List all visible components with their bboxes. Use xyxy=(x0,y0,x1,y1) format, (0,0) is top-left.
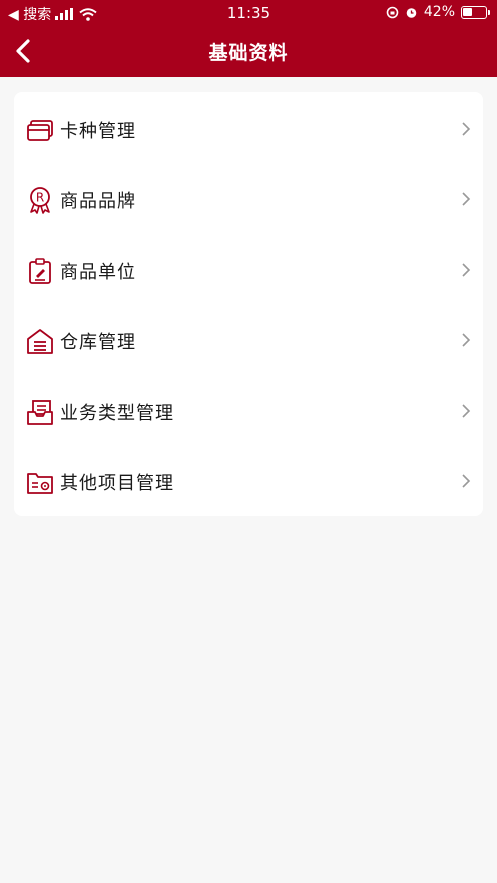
menu-item-other-items[interactable]: 其他项目管理 xyxy=(14,446,483,516)
menu-item-label: 业务类型管理 xyxy=(60,403,174,424)
warehouse-icon xyxy=(27,329,53,354)
navigation-bar: 基础资料 xyxy=(0,26,497,77)
brand-badge-icon: R xyxy=(30,187,50,214)
chevron-right-icon xyxy=(462,263,471,277)
svg-text:R: R xyxy=(36,191,44,205)
menu-item-units[interactable]: 商品单位 xyxy=(14,235,483,305)
menu-item-label: 卡种管理 xyxy=(60,121,136,142)
orientation-lock-icon xyxy=(386,6,399,18)
folder-settings-icon xyxy=(27,473,53,494)
chevron-right-icon xyxy=(462,404,471,418)
battery-fill xyxy=(463,7,472,16)
app-header: ◀ 搜索 11:35 42% 基础资料 xyxy=(0,0,497,77)
card-icon xyxy=(27,120,53,141)
alarm-icon xyxy=(406,7,417,18)
menu-item-label: 商品品牌 xyxy=(60,191,136,212)
status-right: 42% xyxy=(386,4,490,20)
menu-item-business-types[interactable]: 业务类型管理 xyxy=(14,376,483,446)
menu-item-card-types[interactable]: 卡种管理 xyxy=(14,94,483,164)
chevron-right-icon xyxy=(462,122,471,136)
battery-percent: 42% xyxy=(423,4,455,20)
chevron-right-icon xyxy=(462,333,471,347)
battery-icon xyxy=(461,5,490,19)
menu-item-label: 仓库管理 xyxy=(60,332,136,353)
page-title: 基础资料 xyxy=(208,42,289,64)
menu-item-brands[interactable]: R 商品品牌 xyxy=(14,164,483,234)
unit-clipboard-icon xyxy=(29,258,51,284)
menu-item-label: 商品单位 xyxy=(60,262,136,283)
menu-item-warehouses[interactable]: 仓库管理 xyxy=(14,305,483,375)
menu-card: 卡种管理 R 商品品牌 商品单位 仓库管理 业务类型管理 其他项目管理 xyxy=(14,92,483,516)
business-type-icon xyxy=(27,400,53,425)
chevron-right-icon xyxy=(462,474,471,488)
chevron-right-icon xyxy=(462,192,471,206)
status-bar: ◀ 搜索 11:35 42% xyxy=(0,0,497,26)
menu-item-label: 其他项目管理 xyxy=(60,473,174,494)
